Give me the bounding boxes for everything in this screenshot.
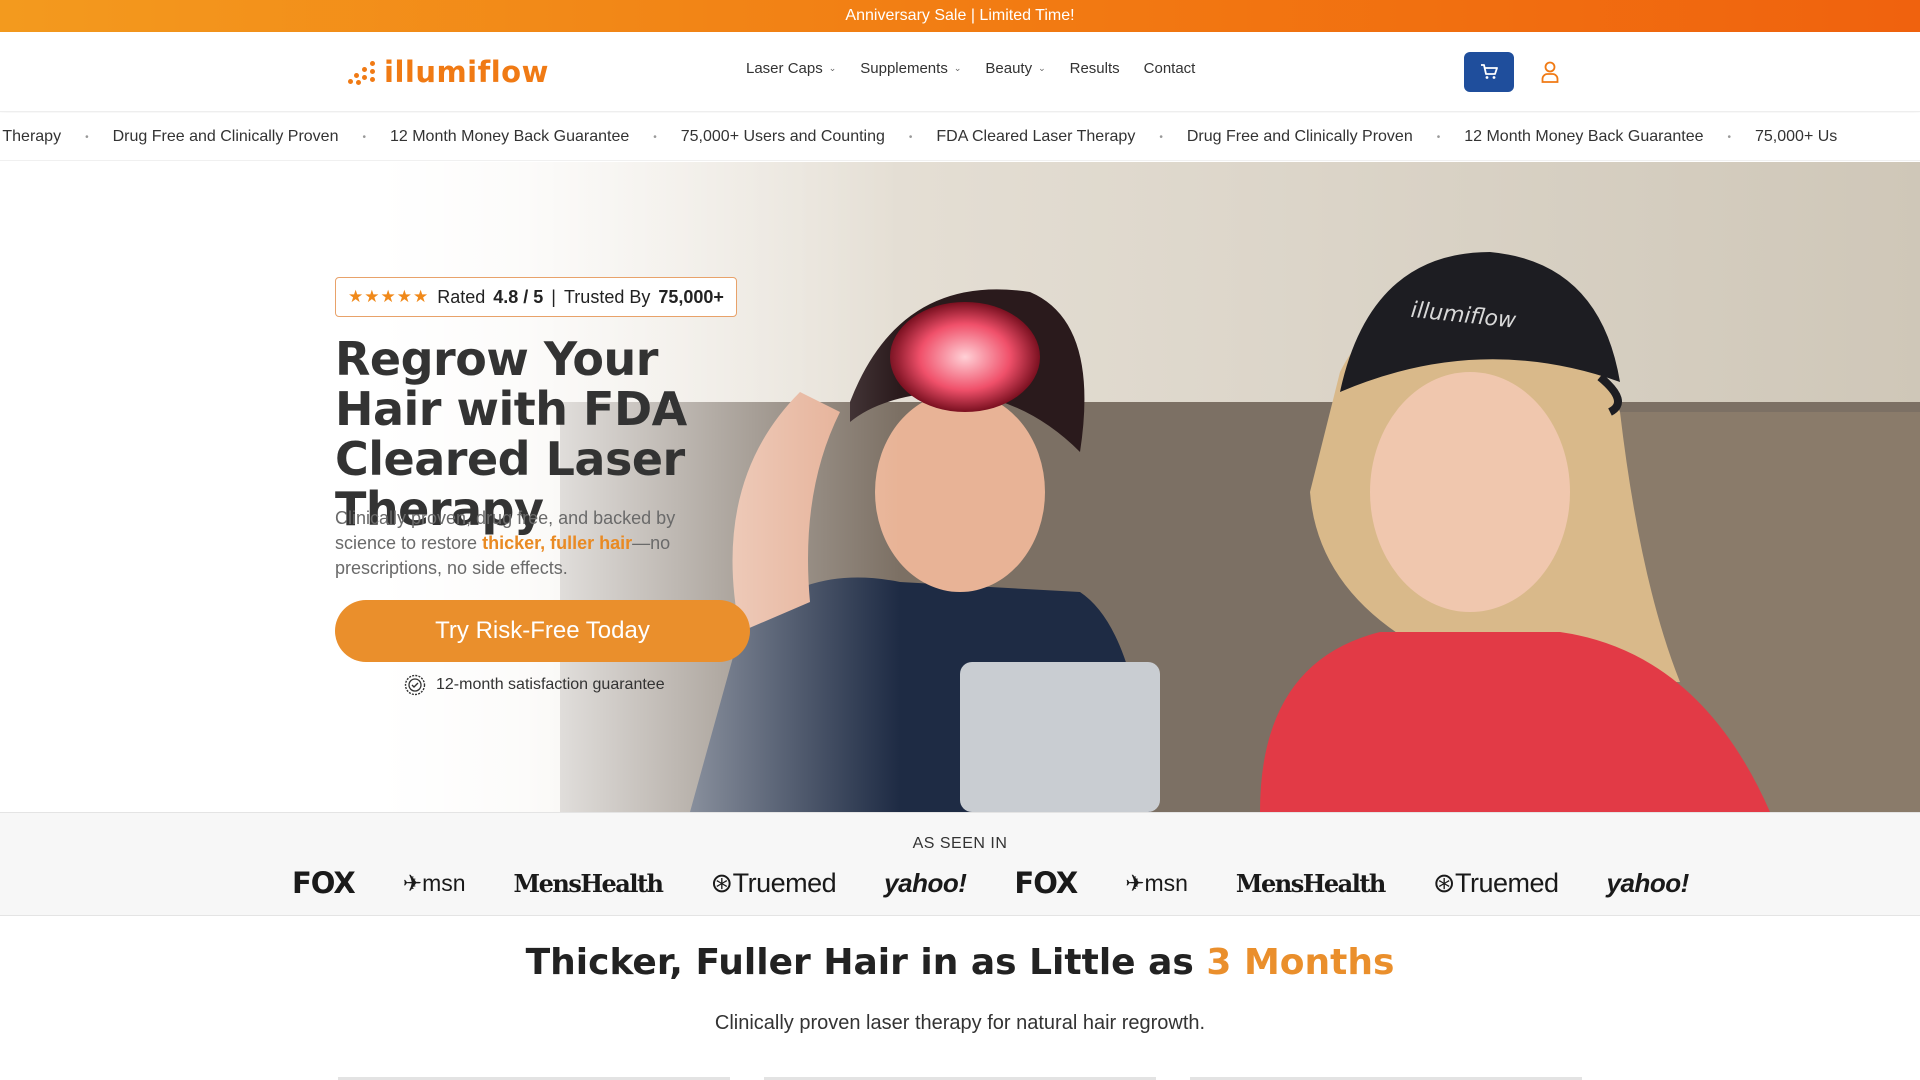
announcement-bar: Anniversary Sale | Limited Time!: [0, 0, 1920, 32]
ticker-item: 75,000+ Users and Counting: [680, 128, 885, 145]
section-title-accent: 3 Months: [1206, 942, 1395, 983]
chevron-down-icon: ⌄: [1038, 63, 1046, 73]
nav-results[interactable]: Results: [1070, 60, 1120, 77]
as-seen-in-section: AS SEEN IN FOX ✈︎ msn MensHealth ⊛ Truem…: [0, 812, 1920, 916]
ticker-item: er Therapy: [0, 128, 62, 145]
press-logos: FOX ✈︎ msn MensHealth ⊛ Truemed yahoo! F…: [292, 863, 1737, 903]
truemed-logo-text: Truemed: [732, 867, 837, 898]
msn-logo-text: msn: [1144, 869, 1188, 896]
ticker-item: FDA Cleared Laser Therapy: [936, 128, 1136, 145]
fox-logo: FOX: [1014, 866, 1078, 900]
ticker-track: er Therapy • Drug Free and Clinically Pr…: [0, 113, 1838, 160]
trusted-prefix: Trusted By: [563, 286, 651, 307]
trusted-count: 75,000+: [658, 286, 724, 307]
nav-label: Supplements: [860, 60, 948, 77]
badge-check-icon: [404, 674, 426, 696]
account-button[interactable]: [1536, 58, 1564, 86]
section-title: Thicker, Fuller Hair in as Little as 3 M…: [0, 942, 1920, 983]
truemed-logo: ⊛ Truemed: [710, 868, 836, 899]
hero-title: Regrow Your Hair with FDA Cleared Laser …: [335, 332, 687, 536]
site-header: illumiflow Laser Caps ⌄ Supplements ⌄ Be…: [0, 32, 1920, 112]
guarantee-note: 12-month satisfaction guarantee: [404, 674, 665, 696]
fox-logo: FOX: [292, 866, 356, 900]
ticker-separator: •: [1436, 131, 1441, 143]
benefits-ticker: er Therapy • Drug Free and Clinically Pr…: [0, 113, 1920, 161]
ticker-separator: •: [908, 131, 913, 143]
ticker-separator: •: [1727, 131, 1731, 143]
star-rating-icon: ★★★★★: [348, 287, 430, 306]
rating-divider: |: [551, 286, 556, 307]
nav-supplements[interactable]: Supplements ⌄: [860, 60, 961, 77]
msn-butterfly-icon: ✈︎: [1125, 869, 1145, 896]
mens-health-logo: MensHealth: [1235, 868, 1386, 898]
nav-label: Beauty: [985, 60, 1033, 77]
nav-label: Laser Caps: [746, 60, 823, 77]
cart-icon: [1481, 64, 1498, 79]
hero-subtitle: Clinically proven, drug free, and backed…: [335, 506, 715, 581]
nav-label: Contact: [1143, 60, 1196, 77]
rating-badge: ★★★★★ Rated 4.8 / 5 | Trusted By 75,000+: [335, 277, 737, 317]
rating-prefix: Rated: [437, 286, 486, 307]
nav-contact[interactable]: Contact: [1144, 60, 1196, 77]
try-risk-free-button[interactable]: Try Risk-Free Today: [335, 600, 750, 662]
announcement-text: Anniversary Sale | Limited Time!: [845, 7, 1075, 24]
ticker-item: Drug Free and Clinically Proven: [1186, 128, 1413, 145]
section-title-start: Thicker, Fuller Hair in as Little as: [525, 942, 1207, 983]
msn-logo: ✈︎ msn: [1125, 870, 1188, 897]
truemed-logo: ⊛ Truemed: [1433, 868, 1559, 899]
ticker-separator: •: [362, 131, 366, 143]
guarantee-text: 12-month satisfaction guarantee: [436, 676, 665, 693]
truemed-mark-icon: ⊛: [1432, 867, 1456, 898]
hero-subtitle-accent: thicker, fuller hair: [482, 533, 633, 553]
ticker-item: 12 Month Money Back Guarantee: [389, 128, 630, 145]
chevron-down-icon: ⌄: [828, 63, 837, 73]
as-seen-in-label: AS SEEN IN: [912, 835, 1008, 852]
truemed-logo-text: Truemed: [1455, 867, 1559, 898]
logo-mark-icon: [348, 59, 378, 85]
msn-logo-text: msn: [422, 869, 466, 896]
section-subtitle: Clinically proven laser therapy for natu…: [714, 1012, 1206, 1034]
msn-butterfly-icon: ✈︎: [402, 869, 423, 896]
truemed-mark-icon: ⊛: [710, 867, 733, 898]
hero-section: illumiflow ★★★★★ Rated 4.8 / 5 | Trusted…: [0, 162, 1920, 812]
logo-text: illumiflow: [384, 55, 549, 89]
ticker-item: 12 Month Money Back Guarantee: [1464, 128, 1704, 145]
nav-beauty[interactable]: Beauty ⌄: [985, 60, 1045, 77]
logo[interactable]: illumiflow: [348, 54, 549, 90]
mens-health-logo: MensHealth: [513, 868, 664, 898]
ticker-separator: •: [85, 131, 89, 143]
ticker-item: Drug Free and Clinically Proven: [112, 128, 339, 145]
ticker-item: 75,000+ Us: [1755, 128, 1838, 145]
nav-laser-caps[interactable]: Laser Caps ⌄: [746, 60, 836, 77]
yahoo-logo: yahoo!: [1606, 867, 1690, 898]
cart-button[interactable]: [1464, 52, 1514, 92]
main-nav: Laser Caps ⌄ Supplements ⌄ Beauty ⌄ Resu…: [746, 60, 1195, 77]
ticker-separator: •: [653, 131, 657, 143]
rating-score: 4.8 / 5: [493, 286, 544, 307]
user-icon: [1541, 61, 1559, 83]
yahoo-logo: yahoo!: [884, 867, 967, 898]
chevron-down-icon: ⌄: [953, 63, 962, 73]
ticker-separator: •: [1159, 131, 1163, 143]
nav-label: Results: [1069, 60, 1120, 77]
msn-logo: ✈︎ msn: [403, 870, 466, 897]
